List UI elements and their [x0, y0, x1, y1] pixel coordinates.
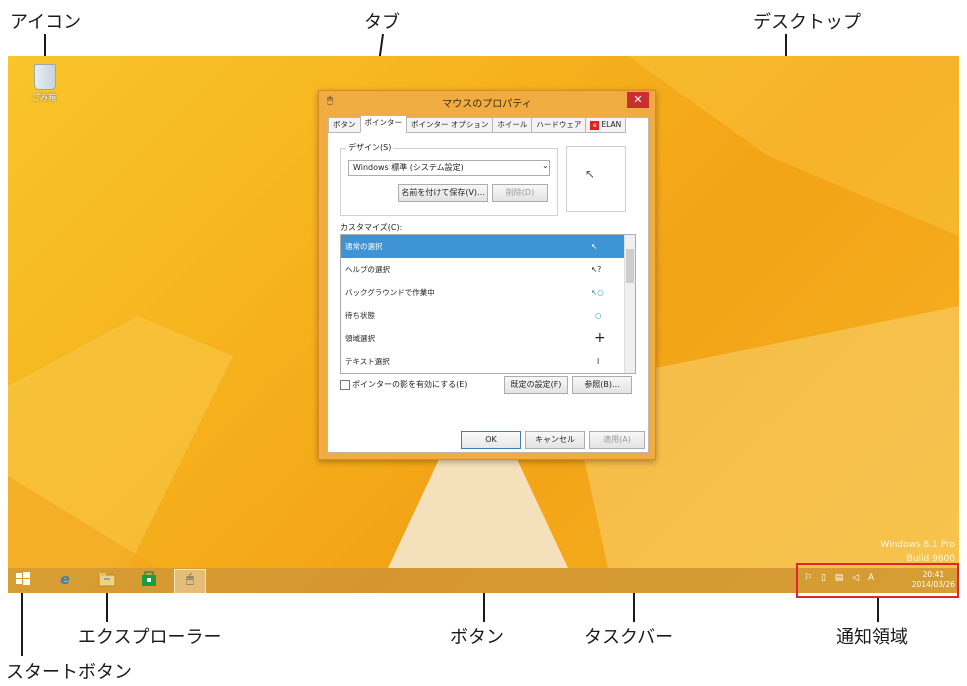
- tab-pointer-options[interactable]: ポインター オプション: [406, 117, 494, 133]
- arrow-cursor-icon: ↖: [585, 167, 596, 181]
- recycle-bin-label: ごみ箱: [32, 93, 56, 102]
- leader-notify: [877, 597, 879, 622]
- apply-button[interactable]: 適用(A): [589, 431, 645, 449]
- recycle-bin-icon[interactable]: ごみ箱: [26, 62, 62, 110]
- list-scrollbar[interactable]: [624, 235, 635, 373]
- list-item[interactable]: 待ち状態 ○: [341, 304, 625, 327]
- pointer-preview: ↖: [566, 146, 626, 212]
- tab-strip: ボタン ポインター ポインター オプション ホイール ハードウェア e ELAN: [328, 115, 627, 133]
- tab-wheel[interactable]: ホイール: [492, 117, 533, 133]
- trash-can-icon: [34, 64, 56, 90]
- row-label: 領域選択: [345, 334, 375, 343]
- callout-taskbar: タスクバー: [584, 627, 674, 648]
- scrollbar-thumb[interactable]: [626, 249, 634, 283]
- save-as-button[interactable]: 名前を付けて保存(V)...: [398, 184, 488, 202]
- browse-button[interactable]: 参照(B)...: [572, 376, 632, 394]
- watermark-edition: Windows 8.1 Pro: [880, 540, 956, 550]
- desktop[interactable]: ごみ箱 🖱 マウスのプロパティ ✕ ボタン ポインター ポインター オプション …: [8, 56, 959, 593]
- callout-icon: アイコン: [10, 12, 82, 33]
- tab-elan-label: ELAN: [601, 120, 622, 129]
- chevron-down-icon: ⌄: [542, 161, 549, 170]
- cursor-text-icon: I: [597, 357, 600, 366]
- file-explorer-icon[interactable]: [98, 571, 116, 589]
- shadow-checkbox[interactable]: [340, 380, 350, 390]
- row-label: ヘルプの選択: [345, 265, 390, 274]
- shopping-bag-icon: [142, 571, 156, 586]
- dialog-title: マウスのプロパティ: [442, 99, 532, 110]
- close-button[interactable]: ✕: [627, 92, 649, 108]
- use-default-button[interactable]: 既定の設定(F): [504, 376, 568, 394]
- dialog-panel: ボタン ポインター ポインター オプション ホイール ハードウェア e ELAN …: [327, 115, 649, 453]
- row-label: バックグラウンドで作業中: [345, 288, 435, 297]
- callout-desktop: デスクトップ: [753, 12, 861, 33]
- callout-explorer: エクスプローラー: [78, 627, 222, 648]
- windows-watermark: Windows 8.1 Pro Build 9600: [881, 540, 956, 564]
- cursor-list[interactable]: 通常の選択 ↖ ヘルプの選択 ↖? バックグラウンドで作業中 ↖○ 待ち状態 ○ 領域選…: [340, 234, 636, 374]
- dialog-titlebar[interactable]: 🖱 マウスのプロパティ ✕: [319, 91, 655, 113]
- ok-button[interactable]: OK: [461, 431, 521, 449]
- tab-pointers[interactable]: ポインター: [359, 115, 407, 133]
- design-group: [340, 148, 558, 216]
- tab-buttons[interactable]: ボタン: [328, 117, 361, 133]
- list-item[interactable]: 通常の選択 ↖: [341, 235, 625, 258]
- shadow-checkbox-label: ポインターの影を有効にする(E): [352, 380, 468, 389]
- tab-hardware[interactable]: ハードウェア: [531, 117, 587, 133]
- callout-notify: 通知領域: [836, 627, 908, 648]
- windows-logo-icon: [16, 572, 30, 585]
- list-item[interactable]: テキスト選択 I: [341, 350, 625, 373]
- tab-elan[interactable]: e ELAN: [585, 117, 627, 133]
- elan-icon: e: [590, 121, 600, 130]
- scheme-select[interactable]: Windows 標準 (システム設定): [348, 160, 550, 176]
- folder-icon: [98, 573, 116, 587]
- delete-button[interactable]: 削除(D): [492, 184, 548, 202]
- row-label: テキスト選択: [345, 357, 390, 366]
- mouse-properties-dialog[interactable]: 🖱 マウスのプロパティ ✕ ボタン ポインター ポインター オプション ホイール…: [318, 90, 656, 460]
- row-label: 通常の選択: [345, 242, 383, 251]
- customize-label: カスタマイズ(C):: [340, 223, 403, 232]
- design-label: デザイン(S): [346, 142, 394, 153]
- list-item[interactable]: 領域選択 +: [341, 327, 625, 350]
- start-button[interactable]: [14, 571, 32, 589]
- callout-start: スタートボタン: [6, 662, 132, 683]
- store-icon[interactable]: [140, 571, 158, 589]
- cursor-busy-icon: ○: [595, 311, 602, 320]
- cancel-button[interactable]: キャンセル: [525, 431, 585, 449]
- notification-area-highlight: [796, 563, 959, 598]
- cursor-help-icon: ↖?: [591, 265, 602, 274]
- mouse-properties-task[interactable]: 🖱: [174, 569, 206, 593]
- cursor-working-icon: ↖○: [591, 288, 604, 297]
- list-item[interactable]: ヘルプの選択 ↖?: [341, 258, 625, 281]
- mouse-icon: 🖱: [186, 572, 194, 587]
- callout-button: ボタン: [450, 627, 504, 648]
- list-item[interactable]: バックグラウンドで作業中 ↖○: [341, 281, 625, 304]
- callout-tab: タブ: [364, 12, 400, 33]
- cursor-precision-icon: +: [594, 330, 606, 346]
- row-label: 待ち状態: [345, 311, 375, 320]
- cursor-normal-icon: ↖: [591, 242, 598, 251]
- internet-explorer-icon[interactable]: e: [56, 571, 74, 589]
